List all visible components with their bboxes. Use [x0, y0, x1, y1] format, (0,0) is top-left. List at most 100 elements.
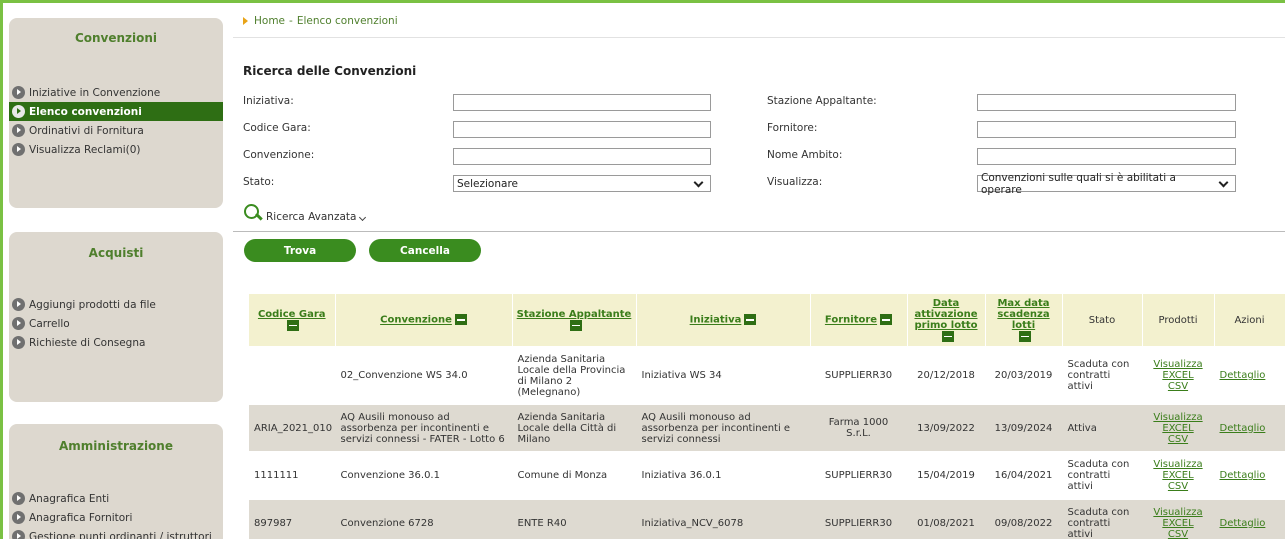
cell-max-data: 16/04/2021 [985, 451, 1062, 500]
sidebar-item-label: Richieste di Consegna [29, 336, 146, 349]
sidebar-item-label: Iniziative in Convenzione [29, 86, 161, 99]
collapse-icon[interactable] [880, 314, 893, 326]
visualizza-link[interactable]: Visualizza [1148, 412, 1209, 423]
table-header-row: Codice Gara Convenzione Stazione Appalta… [249, 294, 1285, 346]
sidebar-item-carrello[interactable]: Carrello [9, 314, 223, 333]
breadcrumb-home-link[interactable]: Home [254, 15, 285, 27]
table-row: 897987 Convenzione 6728 ENTE R40 Iniziat… [249, 500, 1285, 539]
collapse-icon[interactable] [1019, 330, 1031, 342]
visualizza-link[interactable]: Visualizza [1148, 507, 1209, 518]
header-stato: Stato [1062, 294, 1143, 346]
breadcrumb: Home - Elenco convenzioni [243, 15, 398, 27]
header-label[interactable]: Iniziativa [690, 315, 742, 326]
chevron-down-icon [359, 213, 367, 222]
header-max-data-scadenza[interactable]: Max data scadenza lotti [985, 294, 1063, 346]
cell-data-attivazione: 20/12/2018 [907, 346, 985, 405]
cell-data-attivazione: 15/04/2019 [907, 451, 985, 500]
header-azioni: Azioni [1214, 294, 1285, 346]
collapse-icon[interactable] [569, 319, 582, 331]
stazione-appaltante-input[interactable] [977, 94, 1236, 111]
sidebar-item-label: Anagrafica Enti [29, 492, 110, 505]
bullet-arrow-icon [12, 143, 25, 156]
convenzione-input[interactable] [453, 148, 711, 165]
header-label[interactable]: Fornitore [825, 315, 877, 326]
fornitore-label: Fornitore: [767, 122, 818, 134]
excel-link[interactable]: EXCEL [1148, 370, 1209, 381]
cell-iniziativa: Iniziativa_NCV_6078 [636, 500, 810, 539]
nome-ambito-label: Nome Ambito: [767, 149, 843, 161]
cell-prodotti: Visualizza EXCEL CSV [1142, 346, 1214, 405]
sidebar-item-punti-ordinanti[interactable]: Gestione punti ordinanti / istruttori [9, 527, 223, 539]
header-label[interactable]: Codice Gara [258, 309, 326, 320]
fornitore-input[interactable] [977, 121, 1236, 138]
sidebar-item-reclami[interactable]: Visualizza Reclami(0) [9, 140, 223, 159]
iniziativa-input[interactable] [453, 94, 711, 111]
panel-amministrazione: Amministrazione Anagrafica Enti Anagrafi… [9, 424, 223, 539]
header-stazione-appaltante[interactable]: Stazione Appaltante [512, 294, 637, 346]
collapse-icon[interactable] [454, 314, 467, 326]
table-row: 1111111 Convenzione 36.0.1 Comune di Mon… [249, 451, 1285, 500]
cell-prodotti: Visualizza EXCEL CSV [1142, 451, 1214, 500]
cell-fornitore: SUPPLIERR30 [810, 500, 907, 539]
csv-link[interactable]: CSV [1148, 481, 1209, 492]
panel-acquisti: Acquisti Aggiungi prodotti da file Carre… [9, 232, 223, 402]
sidebar-item-anagrafica-fornitori[interactable]: Anagrafica Fornitori [9, 508, 223, 527]
cancel-button[interactable]: Cancella [369, 239, 481, 262]
header-label[interactable]: Convenzione [380, 315, 452, 326]
dettaglio-link[interactable]: Dettaglio [1220, 470, 1266, 481]
breadcrumb-divider [233, 37, 1285, 38]
header-convenzione[interactable]: Convenzione [335, 294, 513, 346]
sidebar-item-elenco-convenzioni[interactable]: Elenco convenzioni [9, 102, 223, 121]
excel-link[interactable]: EXCEL [1148, 518, 1209, 529]
dettaglio-link[interactable]: Dettaglio [1220, 370, 1266, 381]
stato-select[interactable]: Selezionare [453, 175, 711, 192]
header-data-attivazione[interactable]: Data attivazione primo lotto [907, 294, 986, 346]
visualizza-link[interactable]: Visualizza [1148, 459, 1209, 470]
header-label[interactable]: Data attivazione primo lotto [914, 298, 977, 331]
collapse-icon[interactable] [941, 330, 954, 342]
sidebar-item-label: Ordinativi di Fornitura [29, 124, 144, 137]
csv-link[interactable]: CSV [1148, 381, 1209, 392]
csv-link[interactable]: CSV [1148, 529, 1209, 539]
header-prodotti: Prodotti [1142, 294, 1215, 346]
codice-gara-input[interactable] [453, 121, 711, 138]
bullet-arrow-icon [12, 86, 25, 99]
search-icon [243, 203, 263, 223]
cell-stazione: ENTE R40 [512, 500, 636, 539]
cell-codice-gara: 897987 [249, 500, 335, 539]
collapse-icon[interactable] [287, 319, 300, 331]
header-fornitore[interactable]: Fornitore [810, 294, 908, 346]
nome-ambito-input[interactable] [977, 148, 1236, 165]
visualizza-link[interactable]: Visualizza [1148, 359, 1209, 370]
stato-select-value: Selezionare [457, 177, 518, 190]
sidebar-item-richieste-consegna[interactable]: Richieste di Consegna [9, 333, 223, 352]
find-button[interactable]: Trova [244, 239, 356, 262]
dettaglio-link[interactable]: Dettaglio [1220, 423, 1266, 434]
cell-azioni: Dettaglio [1214, 500, 1285, 539]
visualizza-label: Visualizza: [767, 176, 823, 188]
cell-stato: Scaduta con contratti attivi [1062, 451, 1142, 500]
excel-link[interactable]: EXCEL [1148, 470, 1209, 481]
cell-max-data: 20/03/2019 [985, 346, 1062, 405]
csv-link[interactable]: CSV [1148, 434, 1209, 445]
sidebar-item-ordinativi[interactable]: Ordinativi di Fornitura [9, 121, 223, 140]
visualizza-select[interactable]: Convenzioni sulle quali si è abilitati a… [977, 172, 1236, 196]
header-label[interactable]: Stazione Appaltante [517, 309, 632, 320]
header-label[interactable]: Max data scadenza lotti [997, 298, 1049, 331]
cell-prodotti: Visualizza EXCEL CSV [1142, 500, 1214, 539]
bullet-arrow-icon [12, 105, 25, 118]
cell-fornitore: SUPPLIERR30 [810, 451, 907, 500]
visualizza-select-value: Convenzioni sulle quali si è abilitati a… [981, 171, 1176, 196]
header-codice-gara[interactable]: Codice Gara [249, 294, 336, 346]
header-iniziativa[interactable]: Iniziativa [636, 294, 811, 346]
bullet-arrow-icon [12, 492, 25, 505]
collapse-icon[interactable] [744, 314, 757, 326]
advanced-search-toggle[interactable]: Ricerca Avanzata [243, 203, 367, 223]
sidebar-item-label: Carrello [29, 317, 70, 330]
dettaglio-link[interactable]: Dettaglio [1220, 518, 1266, 529]
sidebar-item-aggiungi-prodotti[interactable]: Aggiungi prodotti da file [9, 295, 223, 314]
excel-link[interactable]: EXCEL [1148, 423, 1209, 434]
cell-codice-gara: ARIA_2021_010 [249, 405, 335, 451]
sidebar-item-anagrafica-enti[interactable]: Anagrafica Enti [9, 489, 223, 508]
sidebar-item-iniziative[interactable]: Iniziative in Convenzione [9, 83, 223, 102]
